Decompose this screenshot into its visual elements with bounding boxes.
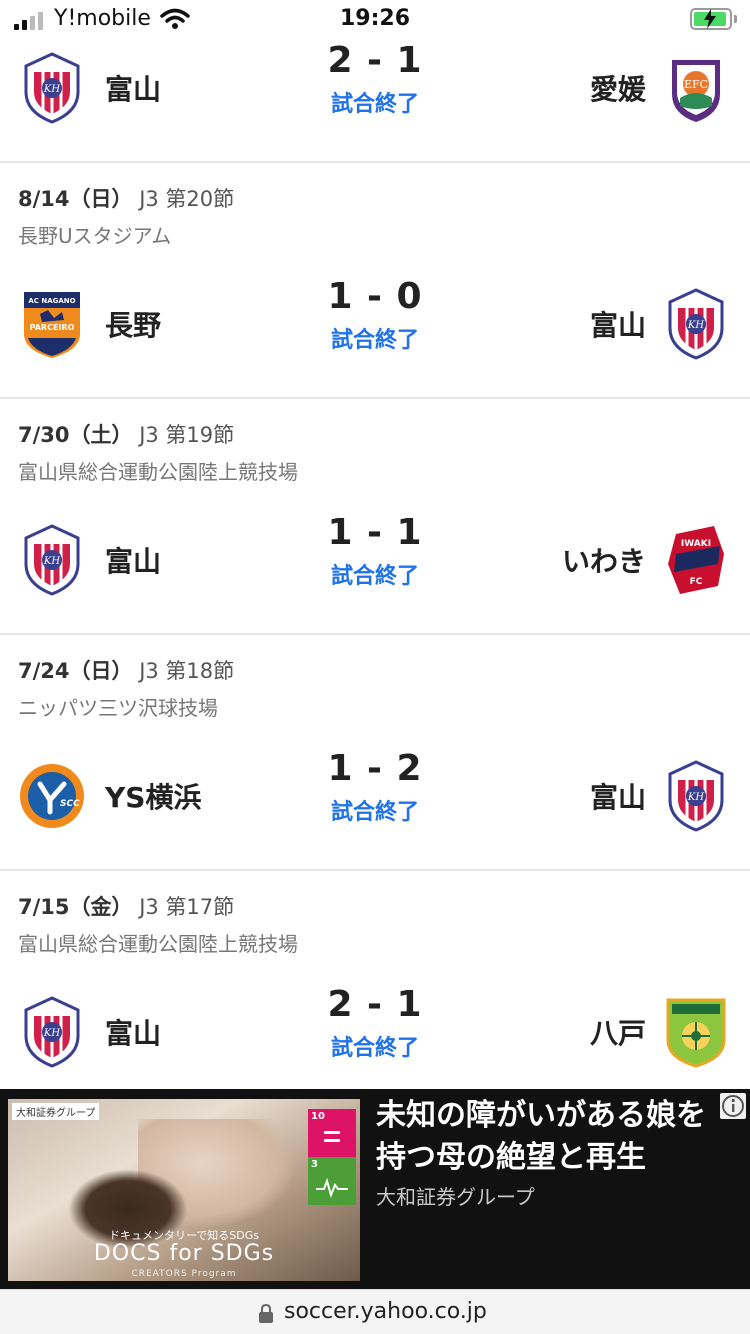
match-venue: 富山県総合運動公園陸上競技場 — [18, 932, 298, 956]
ad-image-program: CREATORS Program — [131, 1269, 237, 1279]
divider — [0, 633, 750, 635]
match-date-header: 7/24（日） J3 第18節 — [18, 655, 234, 685]
sdg-goal-10-icon: 10 — [308, 1109, 356, 1157]
iwaki-emblem-icon: IWAKI FC — [668, 526, 724, 594]
svg-text:AC NAGANO: AC NAGANO — [28, 297, 75, 305]
home-team-name: 富山 — [105, 73, 162, 106]
svg-text:KH: KH — [43, 1028, 60, 1039]
ehime-emblem-icon: EFC — [672, 60, 720, 122]
clock: 19:26 — [339, 6, 411, 31]
match-league: J3 第17節 — [139, 895, 235, 919]
hachinohe-emblem-icon — [666, 998, 726, 1068]
ad-image[interactable]: 大和証券グループ 10 3 ドキュメンタリーで知るSDGs DOCS for S… — [8, 1099, 360, 1281]
home-team-name: YS横浜 — [105, 781, 202, 814]
ad-title[interactable]: 未知の障がいがある娘を持つ母の絶望と再生 — [376, 1095, 726, 1179]
sdg-goal-3-icon: 3 — [308, 1157, 356, 1205]
sdg-goal-icons: 10 3 — [308, 1109, 356, 1205]
ad-image-brand: DOCS for SDGs — [93, 1241, 275, 1266]
match-league: J3 第18節 — [139, 659, 235, 683]
match-venue: 富山県総合運動公園陸上競技場 — [18, 460, 298, 484]
match-row[interactable]: AC NAGANO PARCEIRO 長野 1 - 0 試合終了 富山 KH — [0, 276, 750, 364]
svg-text:SCC: SCC — [60, 799, 80, 809]
match-date-header: 7/15（金） J3 第17節 — [18, 891, 234, 921]
ad-info-icon[interactable] — [720, 1093, 746, 1119]
svg-text:KH: KH — [43, 556, 60, 567]
match-status: 試合終了 — [330, 328, 419, 353]
nagano-emblem-icon: AC NAGANO PARCEIRO — [24, 292, 80, 358]
match-league: J3 第19節 — [139, 423, 235, 447]
toyama-emblem-icon: KH — [24, 52, 80, 124]
match-league: J3 第20節 — [139, 187, 235, 211]
score: 2 - 1 — [327, 984, 423, 1025]
ad-image-tag: 大和証券グループ — [12, 1103, 100, 1120]
lock-icon — [259, 1304, 273, 1323]
score: 1 - 1 — [327, 512, 423, 553]
battery-icon — [690, 8, 732, 30]
url-bar[interactable]: soccer.yahoo.co.jp — [0, 1289, 750, 1334]
divider — [0, 397, 750, 399]
svg-text:FC: FC — [690, 577, 703, 587]
match-row[interactable]: KH 富山 2 - 1 試合終了 八戸 — [0, 984, 750, 1072]
svg-text:KH: KH — [687, 320, 704, 331]
svg-text:KH: KH — [687, 792, 704, 803]
away-team-name: 八戸 — [589, 1017, 646, 1050]
match-status: 試合終了 — [330, 92, 419, 117]
score: 1 - 0 — [327, 276, 423, 317]
svg-text:PARCEIRO: PARCEIRO — [30, 323, 75, 332]
match-row[interactable]: KH 富山 1 - 1 試合終了 いわき IWAKI FC — [0, 512, 750, 600]
score: 1 - 2 — [327, 748, 423, 789]
match-venue: ニッパツ三ツ沢球技場 — [18, 696, 218, 720]
status-bar: Y!mobile 19:26 — [0, 0, 750, 40]
match-date: 7/15（金） — [18, 895, 133, 919]
match-status: 試合終了 — [330, 564, 419, 589]
toyama-emblem-icon: KH — [24, 524, 80, 596]
away-team-name: 富山 — [589, 781, 646, 814]
toyama-emblem-icon: KH — [24, 996, 80, 1068]
ys-yokohama-emblem-icon: SCC — [20, 764, 84, 828]
match-venue: 長野Uスタジアム — [18, 224, 172, 248]
match-status: 試合終了 — [330, 1036, 419, 1061]
divider — [0, 869, 750, 871]
away-team-name: いわき — [561, 545, 646, 578]
svg-text:EFC: EFC — [684, 78, 708, 91]
ad-banner[interactable]: 大和証券グループ 10 3 ドキュメンタリーで知るSDGs DOCS for S… — [0, 1089, 750, 1289]
toyama-emblem-icon: KH — [668, 760, 724, 832]
toyama-emblem-icon: KH — [668, 288, 724, 360]
match-date: 8/14（日） — [18, 187, 133, 211]
match-date-header: 8/14（日） J3 第20節 — [18, 183, 234, 213]
match-date-header: 7/30（土） J3 第19節 — [18, 419, 234, 449]
match-row[interactable]: SCC YS横浜 1 - 2 試合終了 富山 KH — [0, 748, 750, 836]
home-team-name: 富山 — [105, 545, 162, 578]
match-date: 7/24（日） — [18, 659, 133, 683]
url-text[interactable]: soccer.yahoo.co.jp — [284, 1299, 487, 1324]
match-row[interactable]: KH 富山 2 - 1 試合終了 愛媛 EFC — [0, 40, 750, 128]
home-team-name: 富山 — [105, 1017, 162, 1050]
ad-sponsor: 大和証券グループ — [376, 1185, 535, 1209]
away-team-name: 富山 — [589, 309, 646, 342]
home-team-name: 長野 — [105, 309, 162, 342]
svg-text:IWAKI: IWAKI — [681, 539, 711, 549]
divider — [0, 161, 750, 163]
match-date: 7/30（土） — [18, 423, 133, 447]
svg-text:KH: KH — [43, 84, 60, 95]
score: 2 - 1 — [327, 40, 423, 81]
away-team-name: 愛媛 — [589, 73, 646, 106]
match-status: 試合終了 — [330, 800, 419, 825]
